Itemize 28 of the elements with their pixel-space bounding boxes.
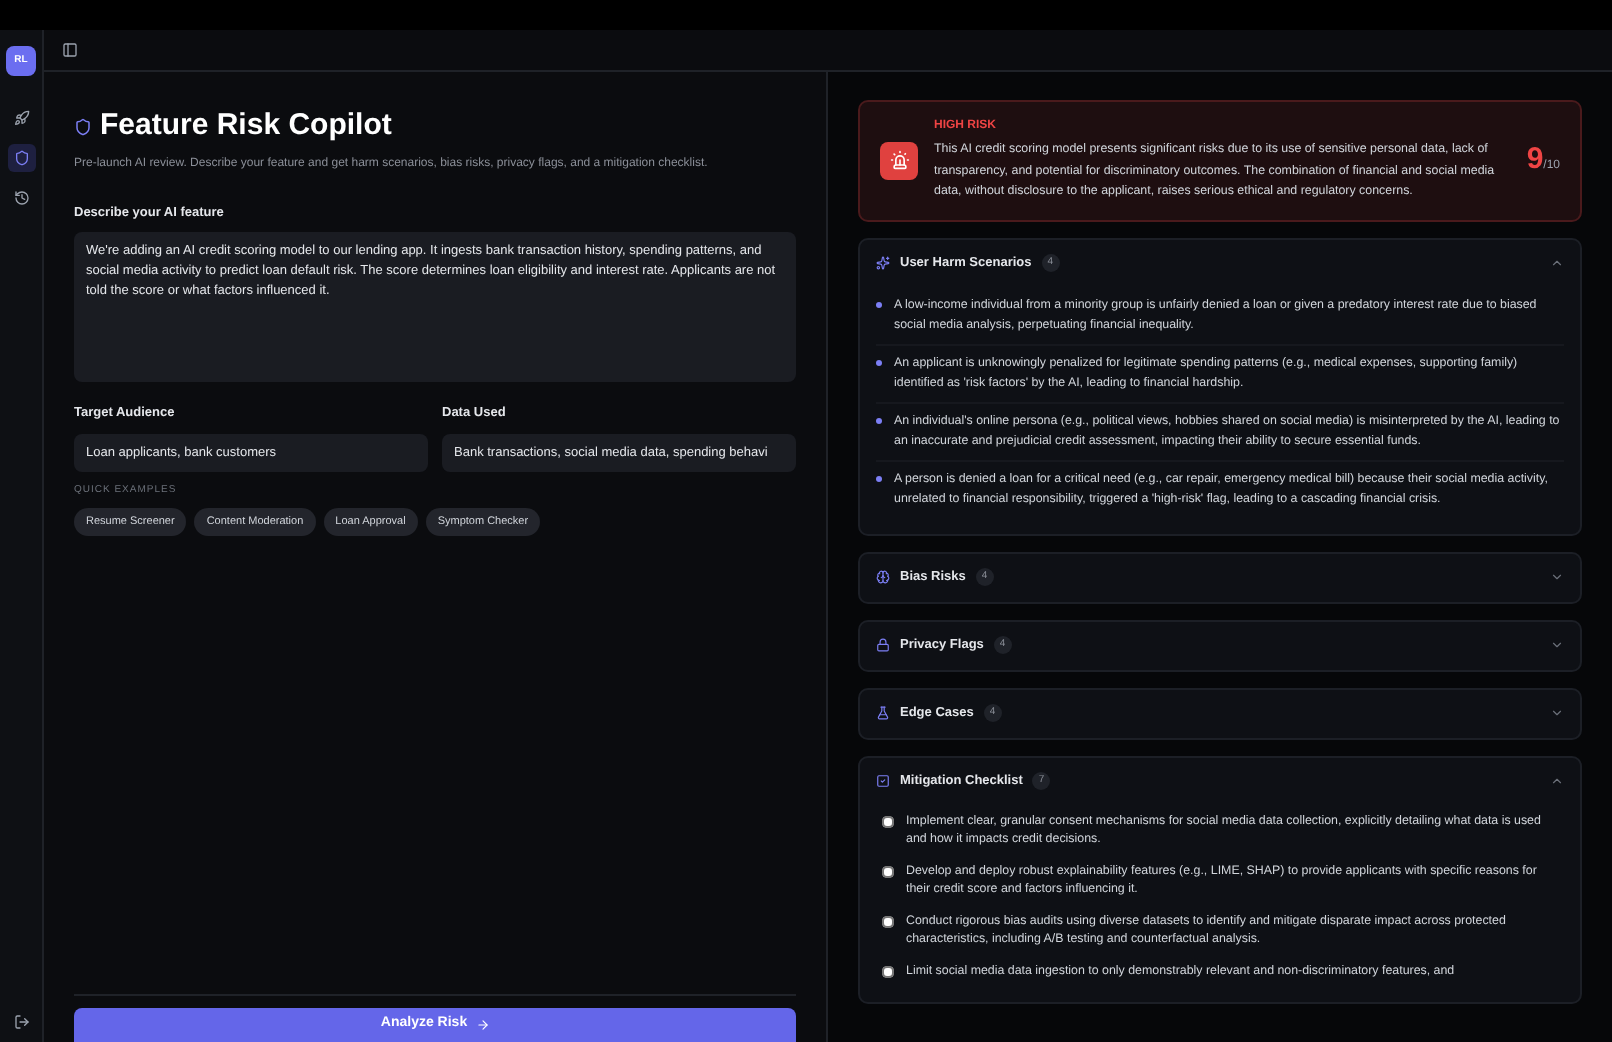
chevron-up-icon [1550, 256, 1564, 270]
chevron-down-icon [1550, 638, 1564, 652]
alert-icon [880, 141, 918, 180]
bullet-icon [876, 301, 882, 307]
checkbox-icon [876, 774, 890, 788]
bullet-icon [876, 417, 882, 423]
shield-icon [74, 117, 92, 136]
bullet-icon [876, 475, 882, 481]
chevron-up-icon [1550, 774, 1564, 788]
checklist-checkbox[interactable] [882, 815, 894, 827]
lock-icon [876, 638, 890, 652]
arrow-right-icon [475, 1018, 490, 1032]
sparkle-icon [876, 256, 890, 270]
bullet-icon [876, 359, 882, 365]
chevron-down-icon [1550, 706, 1564, 720]
checklist-checkbox[interactable] [882, 865, 894, 877]
page-title: Feature Risk Copilot [100, 106, 392, 146]
shield-icon [13, 150, 29, 166]
history-icon [13, 190, 29, 206]
flask-icon [876, 706, 890, 720]
logout-icon[interactable] [13, 1014, 29, 1030]
panel-toggle-icon[interactable] [62, 42, 78, 58]
brain-icon [876, 570, 890, 584]
rocket-icon [13, 110, 29, 126]
chevron-down-icon [1550, 570, 1564, 584]
sidebar-item[interactable] [7, 144, 35, 172]
checklist-checkbox[interactable] [882, 965, 894, 977]
checklist-checkbox[interactable] [882, 915, 894, 927]
